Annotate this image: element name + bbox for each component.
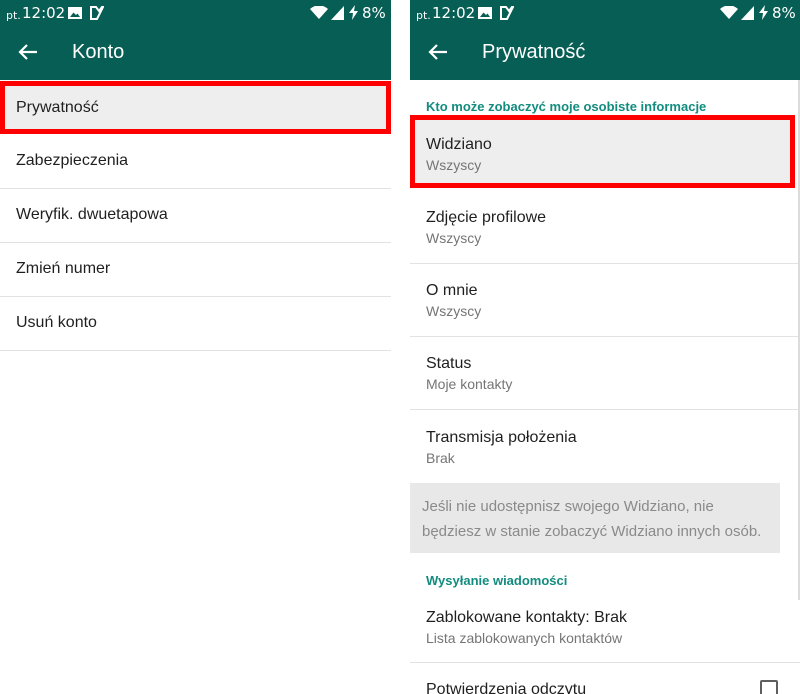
app-bar: Prywatność xyxy=(410,26,800,80)
setting-value: Brak xyxy=(426,450,455,466)
image-icon xyxy=(478,7,492,19)
charging-bolt-icon xyxy=(759,5,768,20)
setting-profile-photo[interactable]: Zdjęcie profilowe Wszyscy xyxy=(410,190,800,264)
status-bar: pt. 12:02 8% xyxy=(0,0,391,26)
privacy-screen: pt. 12:02 8% Prywatność Kto może zobaczy… xyxy=(410,0,800,694)
arrow-back-icon[interactable] xyxy=(428,42,448,62)
status-day: pt. xyxy=(6,9,21,22)
setting-read-receipts[interactable]: Potwierdzenia odczytu xyxy=(410,663,800,694)
setting-about[interactable]: O mnie Wszyscy xyxy=(410,264,800,337)
info-text-line: będziesz w stanie zobaczyć Widziano inny… xyxy=(422,523,762,540)
setting-value: Lista zablokowanych kontaktów xyxy=(426,630,623,646)
wifi-icon xyxy=(720,6,738,19)
charging-bolt-icon xyxy=(349,5,358,20)
battery-level: 8% xyxy=(772,4,796,22)
setting-last-seen[interactable]: Widziano Wszyscy xyxy=(410,115,795,188)
setting-status[interactable]: Status Moje kontakty xyxy=(410,337,800,410)
setting-live-location[interactable]: Transmisja położenia Brak xyxy=(410,410,800,483)
menu-item-label: Usuń konto xyxy=(16,314,97,331)
screen-divider xyxy=(391,0,410,694)
menu-item-security[interactable]: Zabezpieczenia xyxy=(0,135,391,189)
menu-item-label: Weryfik. dwuetapowa xyxy=(16,206,168,223)
setting-label: Potwierdzenia odczytu xyxy=(426,681,587,694)
last-seen-info-note: Jeśli nie udostępnisz swojego Widziano, … xyxy=(410,483,780,553)
setting-value: Moje kontakty xyxy=(426,376,513,392)
menu-item-label: Prywatność xyxy=(16,99,99,116)
battery-level: 8% xyxy=(362,4,386,22)
menu-item-change-number[interactable]: Zmień numer xyxy=(0,243,391,297)
menu-item-delete-account[interactable]: Usuń konto xyxy=(0,297,391,351)
setting-value: Wszyscy xyxy=(426,230,482,246)
page-title: Prywatność xyxy=(482,41,586,63)
read-receipts-checkbox[interactable] xyxy=(760,680,778,694)
menu-item-label: Zmień numer xyxy=(16,260,111,277)
app-notification-icon xyxy=(500,6,514,20)
wifi-icon xyxy=(310,6,328,19)
setting-label: Widziano xyxy=(426,136,492,153)
signal-icon xyxy=(331,6,344,20)
setting-value: Wszyscy xyxy=(426,303,482,319)
setting-label: Zdjęcie profilowe xyxy=(426,209,547,226)
setting-value: Wszyscy xyxy=(426,157,482,173)
status-day: pt. xyxy=(416,9,431,22)
setting-label: Zablokowane kontakty: Brak xyxy=(426,609,627,626)
status-time: 12:02 xyxy=(432,4,476,22)
arrow-back-icon[interactable] xyxy=(18,42,38,62)
section-header-messaging: Wysyłanie wiadomości xyxy=(426,573,568,588)
menu-item-two-step-verification[interactable]: Weryfik. dwuetapowa xyxy=(0,189,391,243)
menu-item-label: Zabezpieczenia xyxy=(16,152,129,169)
setting-label: Status xyxy=(426,355,472,372)
signal-icon xyxy=(741,6,754,20)
info-text-line: Jeśli nie udostępnisz swojego Widziano, … xyxy=(422,498,714,515)
setting-label: O mnie xyxy=(426,282,478,299)
image-icon xyxy=(68,7,82,19)
setting-blocked-contacts[interactable]: Zablokowane kontakty: Brak Lista zabloko… xyxy=(410,590,800,663)
app-bar: Konto xyxy=(0,26,391,80)
menu-item-privacy[interactable]: Prywatność xyxy=(0,81,391,134)
setting-label: Transmisja położenia xyxy=(426,429,577,446)
status-time: 12:02 xyxy=(22,4,66,22)
app-notification-icon xyxy=(90,6,104,20)
section-header-personal-info: Kto może zobaczyć moje osobiste informac… xyxy=(426,99,707,114)
account-screen: pt. 12:02 8% Konto Prywatność Zabezpiecz… xyxy=(0,0,391,694)
page-title: Konto xyxy=(72,41,125,63)
status-bar: pt. 12:02 8% xyxy=(410,0,800,26)
